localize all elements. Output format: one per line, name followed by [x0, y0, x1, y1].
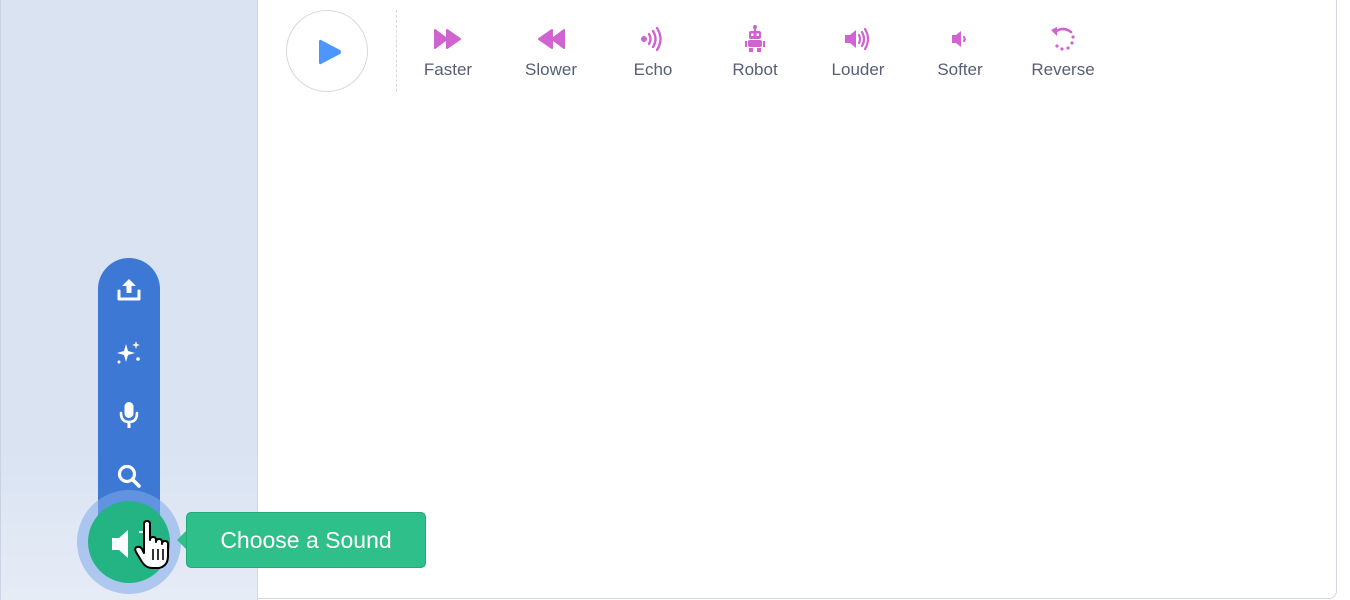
louder-icon [813, 24, 903, 54]
effect-faster-button[interactable]: Faster [403, 24, 493, 80]
effect-faster-label: Faster [423, 60, 473, 79]
effect-echo-button[interactable]: Echo [608, 24, 698, 80]
robot-icon [710, 24, 800, 54]
microphone-icon [119, 402, 139, 428]
effect-robot-button[interactable]: Robot [710, 24, 800, 80]
upload-sound-button[interactable] [98, 264, 160, 314]
effect-reverse-label: Reverse [1031, 60, 1095, 79]
effect-softer-label: Softer [937, 60, 983, 79]
surprise-button[interactable] [98, 326, 160, 376]
effect-reverse-button[interactable]: Reverse [1018, 24, 1108, 80]
sound-editor-panel [258, 0, 1337, 599]
reverse-icon [1018, 24, 1108, 54]
effect-slower-button[interactable]: Slower [506, 24, 596, 80]
search-icon [117, 464, 141, 488]
hand-cursor-icon [134, 520, 169, 569]
surprise-sparkle-icon [117, 341, 140, 364]
play-button[interactable] [286, 10, 368, 92]
effect-softer-button[interactable]: Softer [915, 24, 1005, 80]
play-icon [319, 39, 341, 65]
choose-sound-tooltip: Choose a Sound [186, 512, 426, 568]
tooltip-label: Choose a Sound [220, 526, 392, 553]
softer-icon [915, 24, 1005, 54]
effect-robot-label: Robot [732, 60, 778, 79]
effect-louder-button[interactable]: Louder [813, 24, 903, 80]
fast-forward-icon [403, 24, 493, 54]
effect-louder-label: Louder [831, 60, 885, 79]
echo-icon [608, 24, 698, 54]
record-button[interactable] [98, 388, 160, 438]
upload-icon [117, 279, 141, 301]
rewind-icon [506, 24, 596, 54]
effect-slower-label: Slower [525, 60, 577, 79]
toolbar-divider [396, 10, 397, 92]
effect-echo-label: Echo [633, 60, 673, 79]
